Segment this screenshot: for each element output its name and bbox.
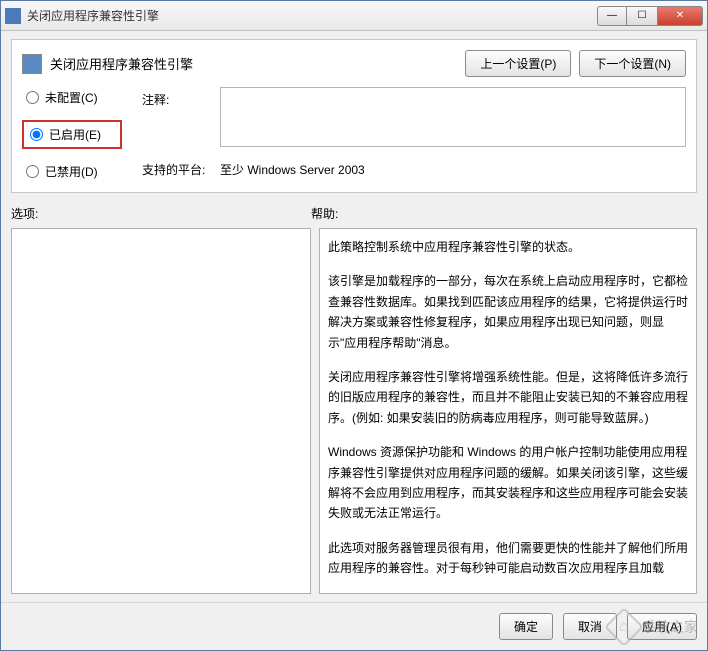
policy-title: 关闭应用程序兼容性引擎	[50, 54, 465, 73]
platform-value: 至少 Windows Server 2003	[220, 157, 686, 178]
options-panel	[11, 228, 311, 594]
platform-label: 支持的平台:	[142, 157, 212, 178]
radio-not-configured-label: 未配置(C)	[45, 89, 98, 106]
radio-enabled-label: 已启用(E)	[49, 126, 101, 143]
state-radio-group: 未配置(C) 已启用(E) 已禁用(D)	[22, 87, 122, 182]
titlebar: 关闭应用程序兼容性引擎 — ☐ ✕	[1, 1, 707, 31]
radio-disabled-label: 已禁用(D)	[45, 163, 98, 180]
ok-button[interactable]: 确定	[499, 613, 553, 640]
help-p1: 此策略控制系统中应用程序兼容性引擎的状态。	[328, 237, 688, 257]
window-controls: — ☐ ✕	[597, 6, 703, 26]
radio-not-configured[interactable]: 未配置(C)	[22, 87, 122, 108]
dialog-window: 关闭应用程序兼容性引擎 — ☐ ✕ 关闭应用程序兼容性引擎 上一个设置(P) 下…	[0, 0, 708, 651]
window-title: 关闭应用程序兼容性引擎	[27, 7, 597, 24]
radio-enabled-input[interactable]	[30, 128, 43, 141]
comment-label: 注释:	[142, 87, 212, 108]
radio-disabled-input[interactable]	[26, 165, 39, 178]
footer: 确定 取消 应用(A)	[1, 602, 707, 650]
header-section: 关闭应用程序兼容性引擎 上一个设置(P) 下一个设置(N) 未配置(C) 已启用…	[11, 39, 697, 193]
help-panel: 此策略控制系统中应用程序兼容性引擎的状态。 该引擎是加载程序的一部分，每次在系统…	[319, 228, 697, 594]
help-label: 帮助:	[311, 205, 338, 222]
comment-input[interactable]	[220, 87, 686, 147]
maximize-button[interactable]: ☐	[627, 6, 657, 26]
window-icon	[5, 8, 21, 24]
help-p5: 此选项对服务器管理员很有用，他们需要更快的性能并了解他们所用应用程序的兼容性。对…	[328, 538, 688, 579]
help-p3: 关闭应用程序兼容性引擎将增强系统性能。但是，这将降低许多流行的旧版应用程序的兼容…	[328, 367, 688, 428]
apply-button[interactable]: 应用(A)	[627, 613, 697, 640]
radio-enabled[interactable]: 已启用(E)	[22, 120, 122, 149]
radio-disabled[interactable]: 已禁用(D)	[22, 161, 122, 182]
cancel-button[interactable]: 取消	[563, 613, 617, 640]
content-area: 关闭应用程序兼容性引擎 上一个设置(P) 下一个设置(N) 未配置(C) 已启用…	[1, 31, 707, 602]
help-p4: Windows 资源保护功能和 Windows 的用户帐户控制功能使用应用程序兼…	[328, 442, 688, 524]
minimize-button[interactable]: —	[597, 6, 627, 26]
help-p2: 该引擎是加载程序的一部分，每次在系统上启动应用程序时，它都检查兼容性数据库。如果…	[328, 271, 688, 353]
next-setting-button[interactable]: 下一个设置(N)	[579, 50, 686, 77]
prev-setting-button[interactable]: 上一个设置(P)	[465, 50, 571, 77]
close-button[interactable]: ✕	[657, 6, 703, 26]
radio-not-configured-input[interactable]	[26, 91, 39, 104]
options-label: 选项:	[11, 205, 311, 222]
policy-icon	[22, 54, 42, 74]
